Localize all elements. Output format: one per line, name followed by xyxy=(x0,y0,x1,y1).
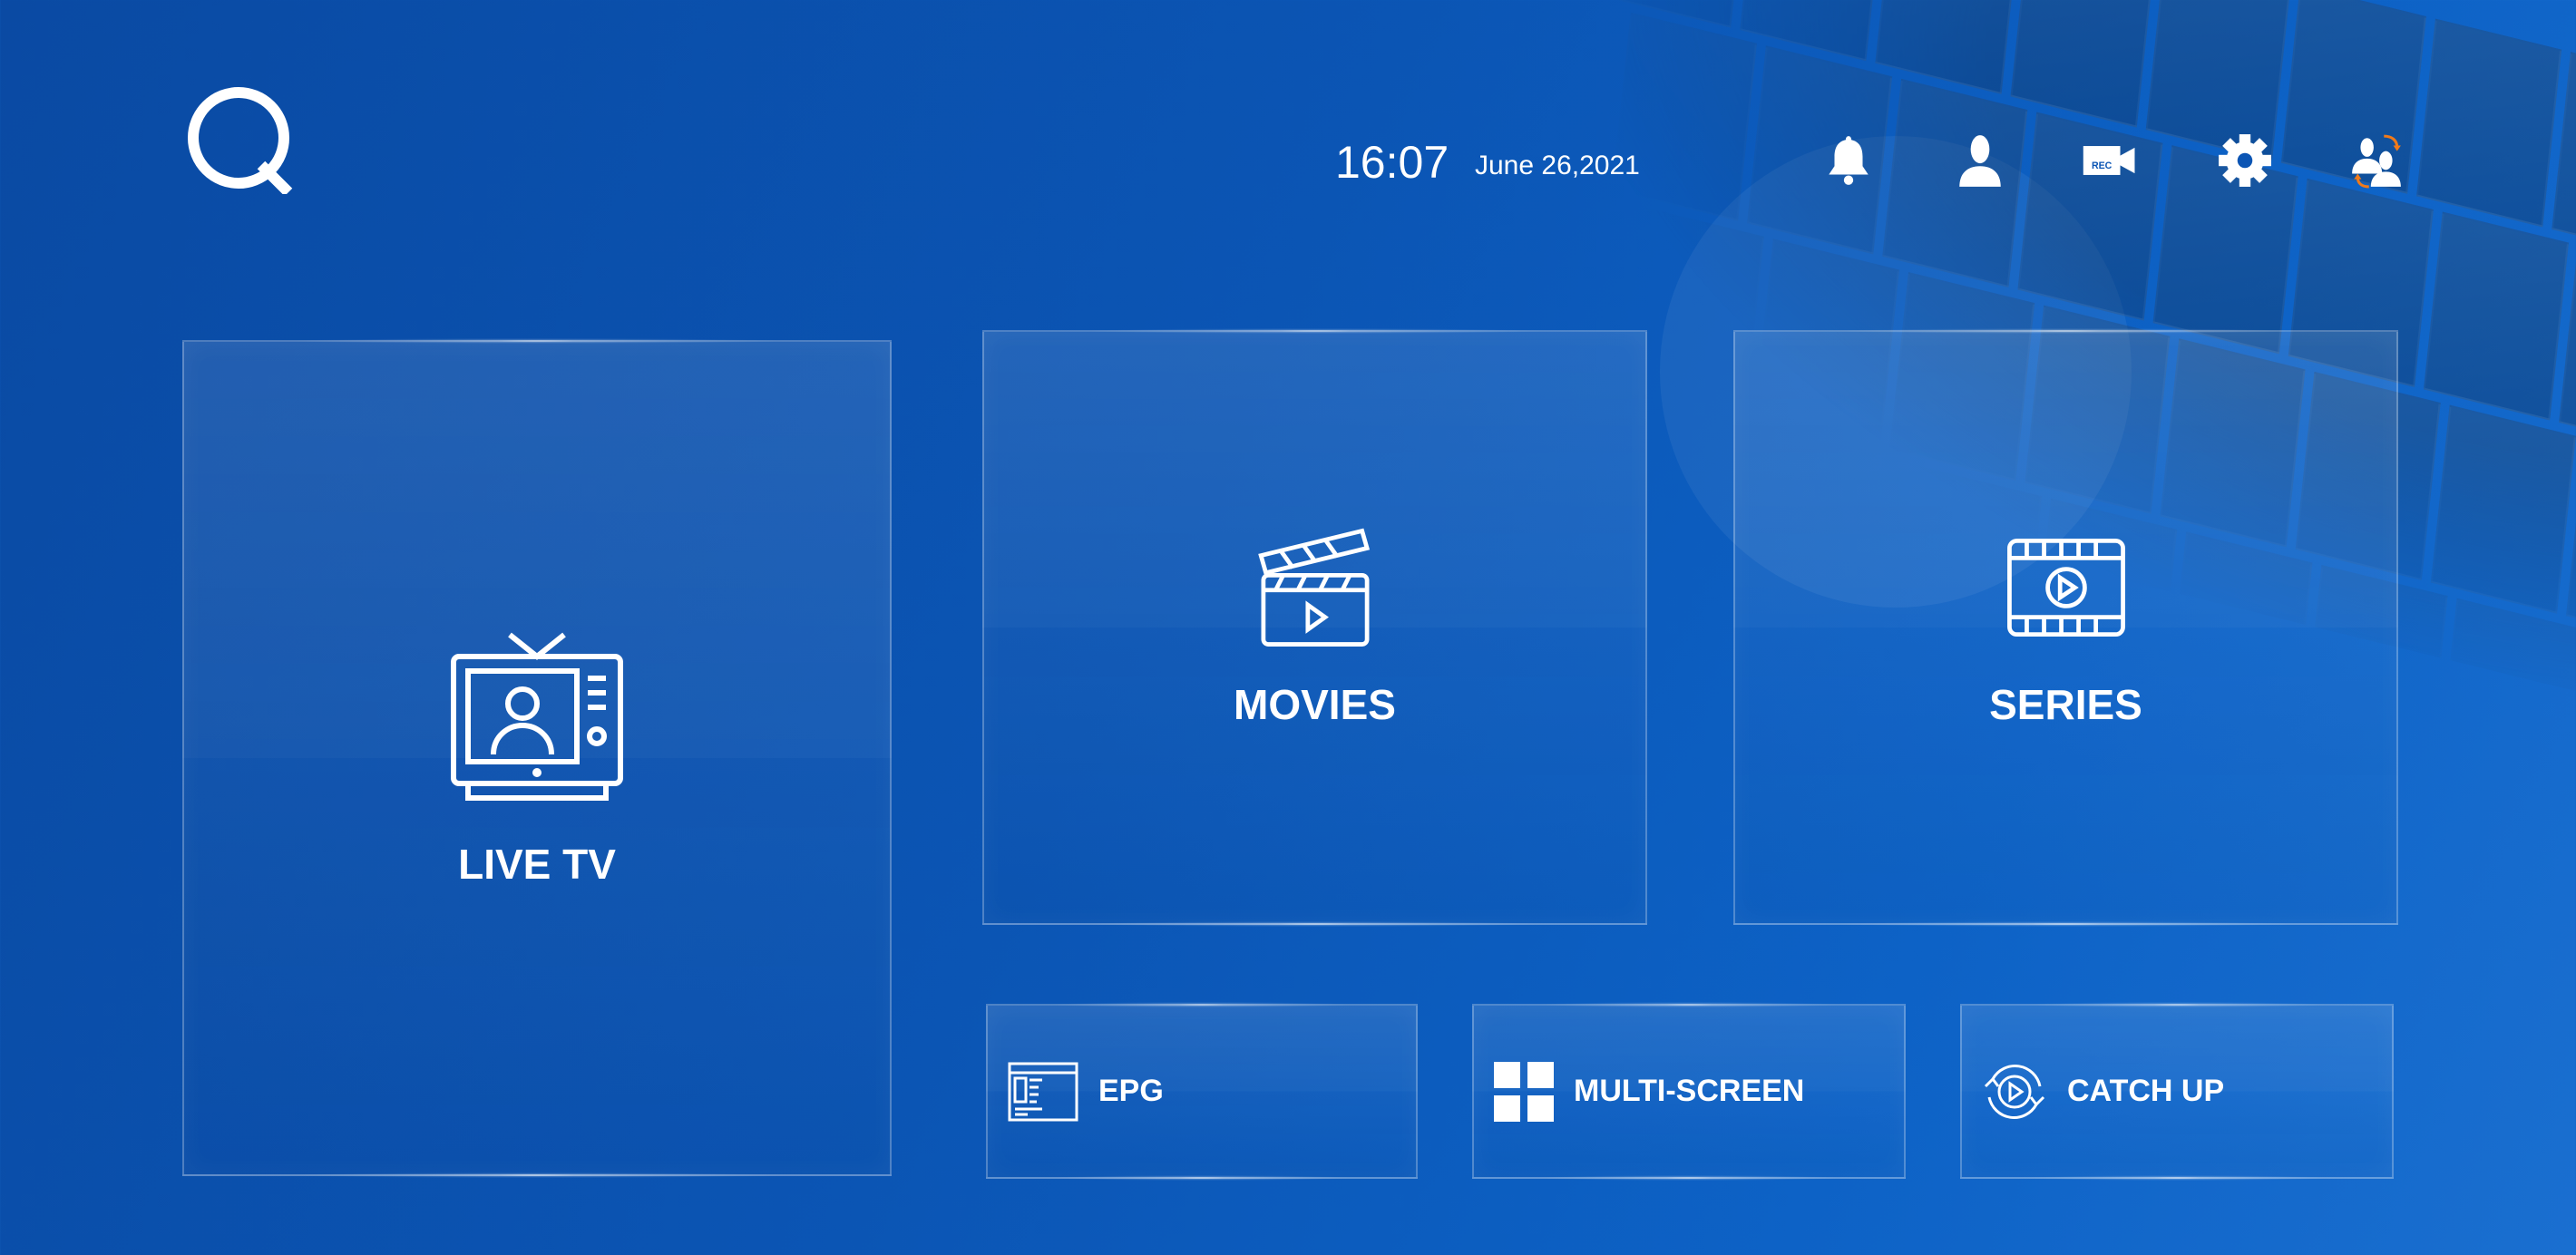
tv-icon xyxy=(451,632,623,801)
poster-thumbnail xyxy=(2423,211,2570,421)
multi-screen-tile[interactable]: MULTI-SCREEN xyxy=(1472,1004,1906,1179)
series-label: SERIES xyxy=(1989,681,2142,728)
replay-icon xyxy=(1984,1064,2045,1119)
poster-thumbnail xyxy=(1875,0,2021,94)
rec-camera-icon[interactable]: REC xyxy=(2082,132,2138,189)
user-icon[interactable] xyxy=(1952,132,2008,189)
catch-up-tile[interactable]: CATCH UP xyxy=(1960,1004,2394,1179)
grid-icon xyxy=(1494,1061,1554,1122)
clock-time: 16:07 xyxy=(1335,137,1449,188)
svg-text:REC: REC xyxy=(2092,161,2113,171)
clapperboard-icon xyxy=(1257,528,1370,647)
poster-thumbnail xyxy=(1611,12,1757,221)
bell-icon[interactable] xyxy=(1820,132,1877,189)
epg-label: EPG xyxy=(1098,1074,1164,1108)
movies-label: MOVIES xyxy=(1234,681,1396,728)
epg-tile[interactable]: EPG xyxy=(986,1004,1418,1179)
epg-guide-icon xyxy=(1008,1062,1078,1121)
clock-date: June 26,2021 xyxy=(1475,151,1640,180)
poster-thumbnail xyxy=(2430,404,2576,614)
poster-thumbnail xyxy=(1740,0,1886,62)
live-tv-tile[interactable]: LIVE TV xyxy=(182,340,892,1176)
catch-up-label: CATCH UP xyxy=(2067,1074,2225,1108)
poster-thumbnail xyxy=(2010,0,2156,128)
app-logo xyxy=(188,87,293,194)
poster-thumbnail xyxy=(2416,18,2562,228)
film-play-icon xyxy=(2006,538,2125,637)
poster-thumbnail xyxy=(2437,598,2576,807)
multi-screen-label: MULTI-SCREEN xyxy=(1574,1074,1805,1108)
switch-user-icon[interactable] xyxy=(2348,132,2405,189)
gear-icon[interactable] xyxy=(2217,132,2273,189)
series-tile[interactable]: SERIES xyxy=(1733,330,2398,925)
live-tv-label: LIVE TV xyxy=(458,841,616,888)
movies-tile[interactable]: MOVIES xyxy=(982,330,1647,925)
